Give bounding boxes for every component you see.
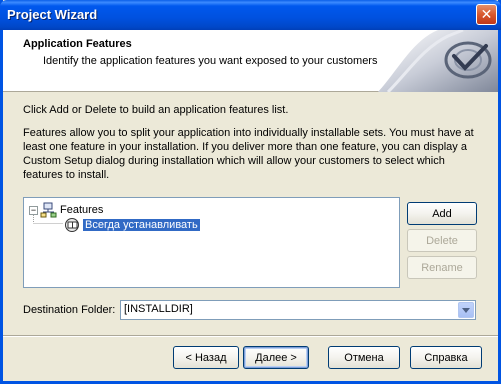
destination-folder-value: [INSTALLDIR] (124, 303, 193, 315)
cancel-button[interactable]: Отмена (328, 346, 400, 369)
tree-root-label: Features (60, 204, 104, 216)
destination-label: Destination Folder: (23, 304, 116, 316)
rename-button[interactable]: Rename (407, 256, 477, 279)
close-icon: ✕ (480, 6, 493, 22)
help-button[interactable]: Справка (410, 346, 482, 369)
delete-button[interactable]: Delete (407, 229, 477, 252)
collapse-icon[interactable]: − (29, 205, 38, 215)
chevron-down-icon (462, 307, 470, 313)
destination-folder-combo[interactable]: [INSTALLDIR] (120, 300, 476, 320)
title-bar[interactable]: Project Wizard ✕ (0, 0, 501, 30)
tree-connector (33, 215, 63, 224)
tree-item-label: Всегда устанавливать (83, 219, 200, 231)
tree-item[interactable]: Всегда устанавливать (64, 217, 200, 233)
wizard-header: Application Features Identify the applic… (3, 30, 498, 92)
window-title: Project Wizard (7, 7, 98, 22)
close-button[interactable]: ✕ (476, 4, 497, 25)
features-tree[interactable]: − Features Всегда устанавливать (23, 197, 400, 288)
page-title: Application Features (23, 38, 132, 50)
add-button[interactable]: Add (407, 202, 477, 225)
wizard-logo-icon (378, 30, 498, 92)
footer-divider (3, 335, 498, 337)
instruction-text: Click Add or Delete to build an applicat… (23, 104, 289, 116)
wizard-window: Project Wizard ✕ Application Features Id… (0, 0, 501, 384)
dropdown-arrow-icon[interactable] (458, 302, 474, 318)
description-text: Features allow you to split your applica… (23, 127, 474, 181)
next-button[interactable]: Далее > (243, 346, 309, 369)
page-subtitle: Identify the application features you wa… (43, 55, 378, 67)
feature-icon (65, 218, 79, 232)
back-button[interactable]: < Назад (173, 346, 239, 369)
